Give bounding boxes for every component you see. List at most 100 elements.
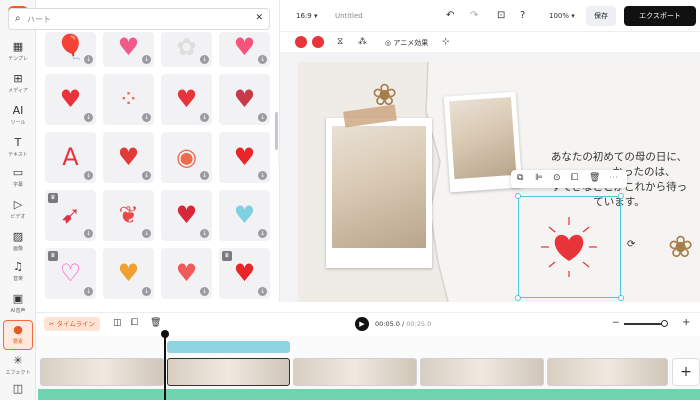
resize-handle-br[interactable]	[618, 295, 624, 301]
effects-icon: ✳	[13, 354, 23, 367]
resize-handle-bl[interactable]	[515, 295, 521, 301]
download-icon: ↓	[142, 287, 151, 296]
more-icon: ◫	[12, 382, 24, 395]
play-button[interactable]: ▶	[355, 317, 369, 331]
panel-scrollbar[interactable]	[275, 112, 278, 150]
rail-item-2[interactable]: AI ツール	[0, 102, 36, 132]
download-icon: ↓	[142, 229, 151, 238]
rotate-icon[interactable]: ⟳	[627, 239, 635, 250]
download-icon: ↓	[84, 171, 93, 180]
rail-item-6[interactable]: ▨ 画像	[0, 228, 36, 258]
animate-button[interactable]: ◎ アニメ効果	[385, 38, 428, 48]
rail-item-10[interactable]: ✳ エフェクト	[0, 352, 36, 382]
floating-toolbar: ⧉ ⊫ ⊙ ⧠ 🗑 ⋯	[511, 170, 627, 188]
sticker-tile[interactable]: ⁘ ↓	[103, 74, 154, 125]
rail-item-9[interactable]: ● 要素	[3, 320, 33, 350]
sticker-tile[interactable]: ♥ ↓	[103, 132, 154, 183]
sticker-tile[interactable]: ✿ ↓	[161, 32, 212, 67]
zoom-in-icon[interactable]: +	[682, 317, 690, 328]
sticker-tile[interactable]: ♥ ↓	[219, 32, 270, 67]
audio-track[interactable]	[38, 389, 700, 400]
sticker-tile[interactable]: ♥ ↓	[161, 248, 212, 299]
add-clip-button[interactable]: +	[672, 358, 700, 386]
search-icon: ⌕	[15, 13, 21, 24]
rail-item-label: 音楽	[12, 276, 23, 282]
rail-item-1[interactable]: ⊞ メディア	[0, 70, 36, 100]
playhead-handle[interactable]	[161, 330, 169, 338]
sticker-clip[interactable]	[167, 341, 290, 353]
video-clip[interactable]	[547, 358, 668, 386]
download-icon: ↓	[200, 113, 209, 122]
music-icon: ♫	[13, 260, 23, 273]
rail-item-4[interactable]: ▭ 字幕	[0, 164, 36, 194]
timeline-toggle[interactable]: ✂ タイムライン	[44, 317, 101, 331]
sticker-tile[interactable]: ♥ ↓	[161, 190, 212, 241]
video-clip[interactable]	[40, 358, 164, 386]
timeline-zoom-slider[interactable]	[624, 323, 666, 325]
rail-item-0[interactable]: ▦ テンプレ	[0, 38, 36, 68]
sticker-tile[interactable]: ♥ ↓	[45, 74, 96, 125]
video-clip-selected[interactable]	[167, 358, 290, 386]
sticker-tile[interactable]: ♥ ↓	[161, 74, 212, 125]
sticker-tile[interactable]: A ↓	[45, 132, 96, 183]
sticker-tile[interactable]: ♥ ↓	[103, 32, 154, 67]
undo-icon[interactable]: ↶	[446, 10, 454, 21]
export-button[interactable]: エクスポート	[624, 6, 696, 26]
aspect-ratio-select[interactable]: 16:9 ▾	[296, 12, 317, 20]
help-icon[interactable]: ?	[520, 10, 525, 21]
zoom-slider-knob[interactable]	[661, 320, 668, 327]
rail-item-label: メディア	[8, 88, 28, 94]
ai-voice-icon: ▣	[12, 292, 24, 305]
zoom-out-icon[interactable]: −	[612, 318, 620, 328]
sticker-tile[interactable]: ♥ ↓	[219, 74, 270, 125]
rail-item-8[interactable]: ▣ AI音声	[0, 290, 36, 320]
split-icon[interactable]: ◫	[113, 318, 122, 328]
zoom-value: 100%	[549, 12, 570, 20]
sticker-tile[interactable]: 🎈 ↓	[45, 32, 96, 67]
delete-icon[interactable]: 🗑	[589, 173, 600, 183]
video-clip[interactable]	[420, 358, 544, 386]
flip-icon[interactable]: ⧖	[337, 37, 343, 47]
sticker-tile[interactable]: ♥ ↓	[219, 190, 270, 241]
sticker-tile[interactable]: ◉ ↓	[161, 132, 212, 183]
rail-item-5[interactable]: ▷ ビデオ	[0, 196, 36, 226]
sticker-tile[interactable]: ♥ ↓	[103, 248, 154, 299]
rail-item-11[interactable]: ◫	[0, 380, 36, 410]
stroke-color-swatch[interactable]	[312, 36, 324, 48]
save-button[interactable]: 保存	[586, 6, 616, 26]
rail-item-label: ビデオ	[10, 214, 26, 220]
lock-icon[interactable]: ⊙	[553, 173, 561, 183]
playhead[interactable]	[164, 332, 166, 400]
zoom-select[interactable]: 100% ▾	[549, 12, 575, 20]
clear-search-icon[interactable]: ✕	[255, 13, 263, 23]
rail-item-label: AI音声	[10, 308, 26, 314]
screenshot-icon[interactable]: ⊡	[497, 10, 505, 21]
resize-handle-tr[interactable]	[618, 193, 624, 199]
total-time: 00:25.0	[406, 320, 432, 328]
search-input[interactable]: ⌕ ハート ✕	[8, 8, 270, 30]
resize-handle-tl[interactable]	[515, 193, 521, 199]
project-title[interactable]: Untitled	[335, 12, 363, 20]
transparency-icon[interactable]: ⁂	[358, 37, 367, 47]
sticker-tile[interactable]: ♡ ↓ ♛	[45, 248, 96, 299]
layers-icon[interactable]: ⧉	[517, 173, 523, 183]
delete-clip-icon[interactable]: 🗑	[150, 318, 161, 328]
duplicate-icon[interactable]: ⧠	[571, 173, 578, 183]
sticker-tile[interactable]: ❦ ↓	[103, 190, 154, 241]
premium-icon: ♛	[222, 251, 232, 261]
sticker-tile[interactable]: ♥ ↓ ♛	[219, 248, 270, 299]
rail-item-label: 要素	[12, 339, 23, 345]
redo-icon[interactable]: ↷	[470, 10, 478, 21]
rail-item-3[interactable]: T テキスト	[0, 134, 36, 164]
rail-item-7[interactable]: ♫ 音楽	[0, 258, 36, 288]
crop-icon[interactable]: ⊹	[442, 37, 450, 47]
sticker-tile[interactable]: ➹ ↓ ♛	[45, 190, 96, 241]
sticker-tile[interactable]: ♥ ↓	[219, 132, 270, 183]
video-clip[interactable]	[293, 358, 417, 386]
copy-clip-icon[interactable]: ⧠	[131, 318, 138, 328]
selected-heart-sticker[interactable]	[515, 193, 624, 301]
more-options-icon[interactable]: ⋯	[609, 173, 618, 183]
main-photo-frame[interactable]	[326, 118, 432, 268]
align-icon[interactable]: ⊫	[535, 173, 543, 183]
fill-color-swatch[interactable]	[295, 36, 307, 48]
